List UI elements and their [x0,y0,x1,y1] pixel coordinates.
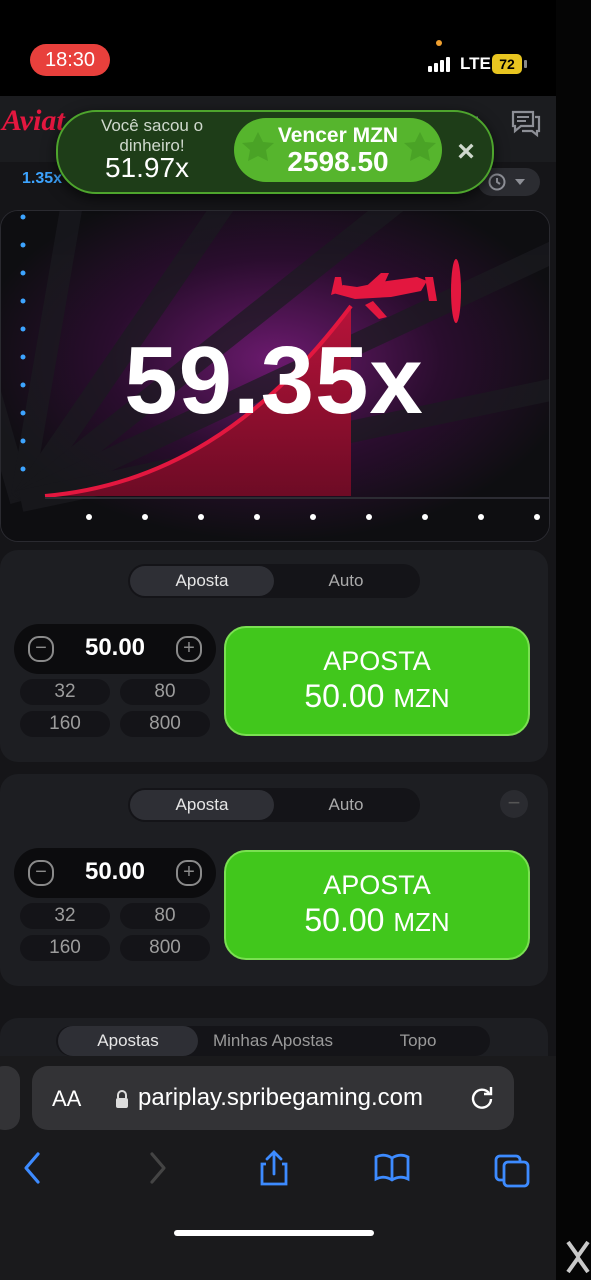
tab-aposta-2[interactable]: Aposta [130,790,274,820]
bet-button-amount-1: 50.00 MZN [304,678,450,714]
bookmarks-icon[interactable] [372,1148,412,1188]
tab-aposta-1[interactable]: Aposta [130,566,274,596]
share-icon[interactable] [254,1148,294,1188]
status-time: 18:30 [30,44,110,76]
close-icon[interactable]: × [452,137,480,167]
chat-icon[interactable] [510,108,542,138]
cashout-multiplier: 51.97x [104,152,190,183]
minus-icon[interactable]: − [28,636,54,662]
quick-amount-80[interactable]: 80 [120,679,210,705]
bet-amount-2[interactable]: 50.00 [60,858,170,886]
watermark-icon [566,1240,590,1274]
home-indicator[interactable] [174,1230,374,1236]
tab-topo[interactable]: Topo [348,1026,488,1056]
phone-screen: 18:30 LTE 72 Aviat 1.35x 59.35x Você sac… [0,0,556,1280]
quick-amount-80[interactable]: 80 [120,903,210,929]
quick-amount-160[interactable]: 160 [20,711,110,737]
tab-auto-2[interactable]: Auto [276,790,416,820]
quick-amount-800[interactable]: 800 [120,711,210,737]
plus-icon[interactable]: + [176,860,202,886]
url-text[interactable]: pariplay.spribegaming.com [138,1084,423,1112]
privacy-indicator [436,40,442,46]
current-multiplier: 59.35x [124,327,424,434]
signal-icon [428,56,454,72]
edge-strip [556,0,591,1280]
quick-amount-160[interactable]: 160 [20,935,110,961]
win-amount: 2598.50 [287,146,389,177]
quick-amount-800[interactable]: 800 [120,935,210,961]
bet-amount-1[interactable]: 50.00 [60,634,170,662]
lock-icon [116,1090,128,1108]
tab-minhas-apostas[interactable]: Minhas Apostas [200,1026,346,1056]
tab-auto-1[interactable]: Auto [276,566,416,596]
quick-amount-32[interactable]: 32 [20,903,110,929]
battery-icon: 72 [492,54,527,74]
quick-amount-32[interactable]: 32 [20,679,110,705]
chevron-down-icon [515,179,525,185]
remove-panel-icon[interactable]: − [500,790,528,818]
network-label: LTE [460,54,491,73]
tabs-icon[interactable] [492,1148,532,1188]
bet-button-title-2: APOSTA [323,870,431,900]
reload-icon[interactable] [468,1084,496,1112]
minus-icon[interactable]: − [28,860,54,886]
bet-button-title-1: APOSTA [323,646,431,676]
aviator-logo: Aviat [2,104,65,137]
plus-icon[interactable]: + [176,636,202,662]
back-icon[interactable] [14,1148,54,1188]
previous-tab-preview[interactable] [0,1066,20,1130]
win-label: Vencer MZN [277,124,399,147]
cashout-message: Você sacou o dinheiro! [100,116,204,155]
tab-apostas[interactable]: Apostas [58,1026,198,1056]
bet-button-amount-2: 50.00 MZN [304,902,450,938]
forward-icon[interactable] [136,1148,176,1188]
reader-options-button[interactable]: AA [52,1086,81,1112]
